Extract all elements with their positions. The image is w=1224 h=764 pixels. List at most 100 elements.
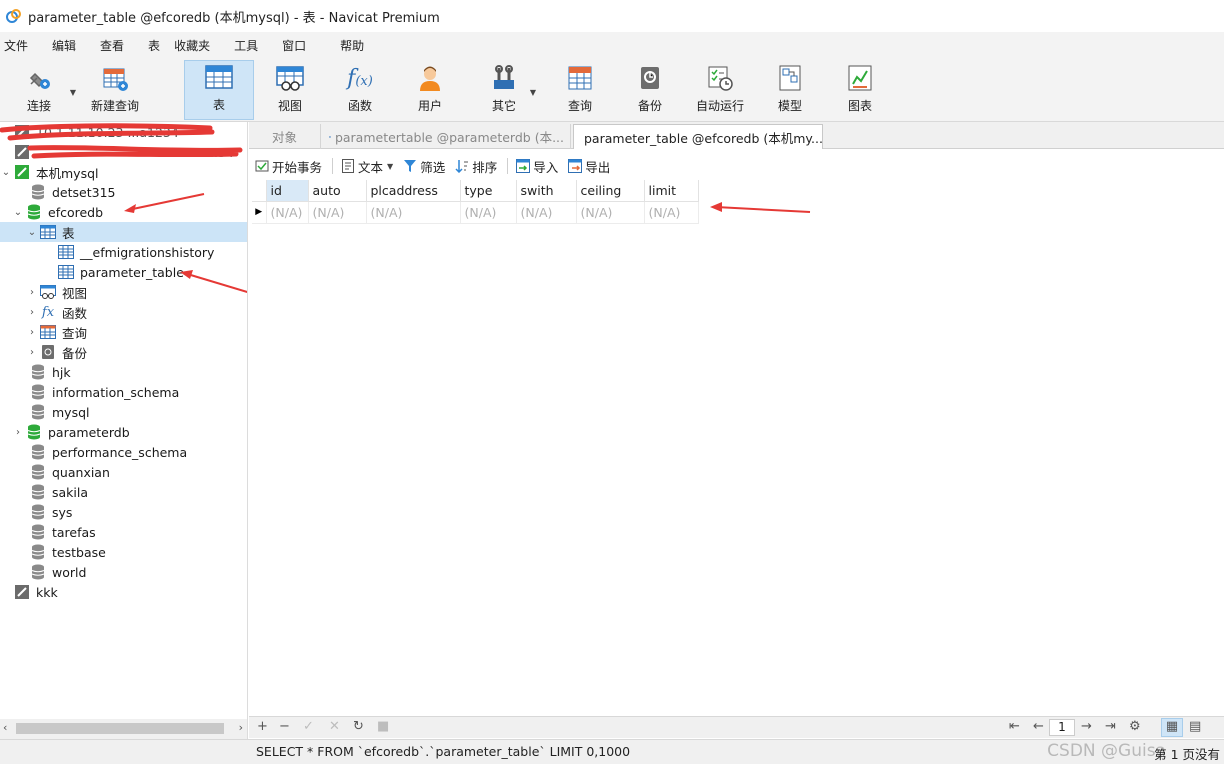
tree-db-parameterdb[interactable]: › parameterdb <box>0 422 247 442</box>
grid-view-icon[interactable]: ▦ <box>1161 718 1183 737</box>
expand-arrow-icon[interactable]: › <box>26 307 38 318</box>
begin-transaction-button[interactable]: 开始事务 <box>255 157 322 176</box>
connect-button[interactable]: 连接 ▼ <box>14 60 76 120</box>
last-page-icon[interactable]: ⇥ <box>1105 719 1116 734</box>
scroll-right-icon[interactable]: › <box>239 721 243 734</box>
menu-window[interactable]: 窗口 <box>278 37 306 54</box>
collapse-arrow-icon[interactable]: ⌄ <box>0 167 12 178</box>
sidebar-horizontal-scrollbar[interactable]: ‹ › <box>0 719 248 739</box>
table-cell[interactable]: (N/A) <box>644 201 699 224</box>
tree-connection-local[interactable]: ⌄ 本机mysql <box>0 162 247 182</box>
tree-table-parameter-table[interactable]: parameter_table <box>0 262 247 282</box>
tree-tables-node[interactable]: ⌄ 表 <box>0 222 247 242</box>
stop-icon[interactable]: ■ <box>377 719 389 734</box>
table-row[interactable]: ▶ (N/A) (N/A) (N/A) (N/A) (N/A) (N/A) (N… <box>252 201 699 224</box>
tree-db-tarefas[interactable]: tarefas <box>0 522 247 542</box>
menu-view[interactable]: 查看 <box>96 37 124 54</box>
column-header-limit[interactable]: limit <box>644 180 699 202</box>
form-view-icon[interactable]: ▤ <box>1189 719 1201 734</box>
function-button[interactable]: f(x) 函数 <box>340 60 380 120</box>
menu-edit[interactable]: 编辑 <box>48 37 76 54</box>
menu-file[interactable]: 文件 <box>0 37 28 54</box>
sort-button[interactable]: 排序 <box>455 157 497 176</box>
expand-arrow-icon[interactable]: › <box>26 287 38 298</box>
tab-parameter-table[interactable]: parameter_table @efcoredb (本机my... <box>573 124 823 149</box>
tree-connection-redacted-1[interactable]: 10.1.11.10.23 ...a1234 <box>0 122 247 142</box>
query-button[interactable]: 查询 <box>560 60 600 120</box>
tree-db-detset315[interactable]: detset315 <box>0 182 247 202</box>
table-cell[interactable]: (N/A) <box>576 201 645 224</box>
page-number-field[interactable]: 1 <box>1049 719 1075 736</box>
filter-button[interactable]: 筛选 <box>403 157 445 176</box>
dropdown-caret-icon[interactable]: ▼ <box>70 88 76 97</box>
column-header-swith[interactable]: swith <box>516 180 577 202</box>
collapse-arrow-icon[interactable]: ⌄ <box>26 227 38 238</box>
next-page-icon[interactable]: → <box>1081 719 1092 734</box>
tree-db-mysql[interactable]: mysql <box>0 402 247 422</box>
model-button[interactable]: 模型 <box>770 60 810 120</box>
tree-functions-node[interactable]: › fx 函数 <box>0 302 247 322</box>
database-icon <box>30 364 46 380</box>
table-cell[interactable]: (N/A) <box>516 201 577 224</box>
dropdown-caret-icon[interactable]: ▼ <box>387 162 393 171</box>
main-toolbar: 连接 ▼ 新建查询 表 视图 f(x) 函数 用户 其它 ▼ 查询 备份 自动运… <box>0 58 1224 122</box>
dropdown-caret-icon[interactable]: ▼ <box>530 88 536 97</box>
menu-table[interactable]: 表 <box>144 37 160 54</box>
chart-button[interactable]: 图表 <box>840 60 880 120</box>
tab-parametertable[interactable]: parametertable @parameterdb (本... <box>323 124 571 149</box>
table-cell[interactable]: (N/A) <box>460 201 517 224</box>
scroll-left-icon[interactable]: ‹ <box>3 721 7 734</box>
column-header-ceiling[interactable]: ceiling <box>576 180 645 202</box>
scrollbar-thumb[interactable] <box>16 723 224 734</box>
expand-arrow-icon[interactable]: › <box>12 427 24 438</box>
tree-db-information-schema[interactable]: information_schema <box>0 382 247 402</box>
add-record-icon[interactable]: + <box>257 719 268 734</box>
tree-table-efmigrationshistory[interactable]: __efmigrationshistory <box>0 242 247 262</box>
column-header-plcaddress[interactable]: plcaddress <box>366 180 461 202</box>
menu-tools[interactable]: 工具 <box>230 37 258 54</box>
column-header-type[interactable]: type <box>460 180 517 202</box>
table-cell[interactable]: (N/A) <box>266 201 309 224</box>
apply-changes-icon[interactable]: ✓ <box>303 719 314 734</box>
tree-db-sakila[interactable]: sakila <box>0 482 247 502</box>
backup-button[interactable]: 备份 <box>630 60 670 120</box>
collapse-arrow-icon[interactable]: ⌄ <box>12 207 24 218</box>
tree-db-testbase[interactable]: testbase <box>0 542 247 562</box>
expand-arrow-icon[interactable]: › <box>26 347 38 358</box>
tree-db-sys[interactable]: sys <box>0 502 247 522</box>
column-header-id[interactable]: id <box>266 180 309 202</box>
previous-page-icon[interactable]: ← <box>1033 719 1044 734</box>
tree-db-quanxian[interactable]: quanxian <box>0 462 247 482</box>
tree-db-efcoredb[interactable]: ⌄ efcoredb <box>0 202 247 222</box>
others-button[interactable]: 其它 ▼ <box>484 60 536 120</box>
tree-queries-node[interactable]: › 查询 <box>0 322 247 342</box>
autorun-button[interactable]: 自动运行 <box>692 60 748 120</box>
expand-arrow-icon[interactable]: › <box>26 327 38 338</box>
user-button[interactable]: 用户 <box>410 60 450 120</box>
first-page-icon[interactable]: ⇤ <box>1009 719 1020 734</box>
tree-connection-kkk[interactable]: kkk <box>0 582 247 602</box>
import-button[interactable]: 导入 <box>516 157 558 176</box>
tree-db-world[interactable]: world <box>0 562 247 582</box>
table-cell[interactable]: (N/A) <box>366 201 461 224</box>
settings-gear-icon[interactable]: ⚙ <box>1129 719 1141 734</box>
new-query-button[interactable]: 新建查询 <box>86 60 144 120</box>
column-header-auto[interactable]: auto <box>308 180 367 202</box>
table-cell[interactable]: (N/A) <box>308 201 367 224</box>
table-subtoolbar: 开始事务 文本 ▼ 筛选 排序 导入 导出 <box>249 154 1224 178</box>
tree-connection-redacted-2[interactable]: ...34 <box>0 142 247 162</box>
tree-db-hjk[interactable]: hjk <box>0 362 247 382</box>
tree-backups-node[interactable]: › 备份 <box>0 342 247 362</box>
discard-changes-icon[interactable]: ✕ <box>329 719 340 734</box>
tab-objects[interactable]: 对象 <box>249 124 321 149</box>
delete-record-icon[interactable]: − <box>279 719 290 734</box>
menu-help[interactable]: 帮助 <box>336 37 364 54</box>
export-button[interactable]: 导出 <box>568 157 610 176</box>
menu-favorites[interactable]: 收藏夹 <box>170 37 210 54</box>
tree-db-performance-schema[interactable]: performance_schema <box>0 442 247 462</box>
table-button[interactable]: 表 <box>184 60 254 120</box>
refresh-icon[interactable]: ↻ <box>353 719 364 734</box>
text-button[interactable]: 文本 ▼ <box>341 157 393 176</box>
view-button[interactable]: 视图 <box>270 60 310 120</box>
tree-views-node[interactable]: › 视图 <box>0 282 247 302</box>
